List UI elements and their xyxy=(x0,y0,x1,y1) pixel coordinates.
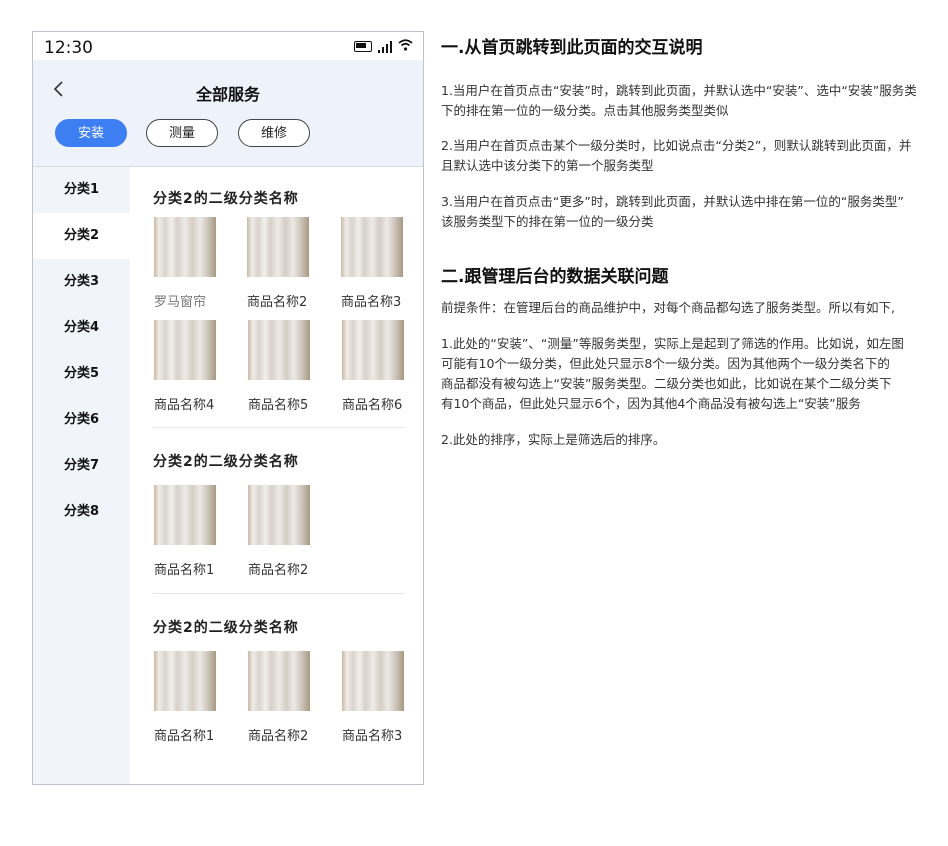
status-bar: 12:30 xyxy=(33,32,423,60)
product-image xyxy=(247,217,309,277)
product-image xyxy=(341,217,403,277)
product-card[interactable]: 商品名称1 xyxy=(154,651,218,744)
section-divider xyxy=(153,593,405,594)
product-name: 罗马窗帘 xyxy=(154,295,207,310)
note-line: 2.当用户在首页点击某个一级分类时，比如说点击“分类2”，则默认跳转到此页面，并 xyxy=(441,138,912,153)
product-name: 商品名称3 xyxy=(341,295,402,310)
sidebar-item-7[interactable]: 分类7 xyxy=(33,443,130,489)
sidebar-item-4[interactable]: 分类4 xyxy=(33,305,130,351)
product-name: 商品名称3 xyxy=(342,729,403,744)
product-card[interactable]: 商品名称2 xyxy=(248,485,312,578)
product-image xyxy=(154,651,216,711)
note-line: 可能有10个一级分类，但此处只显示8个一级分类。因为其他两个一级分类名下的 xyxy=(441,356,890,371)
product-name: 商品名称2 xyxy=(247,295,308,310)
section-title: 分类2的二级分类名称 xyxy=(153,620,299,636)
product-card[interactable]: 罗马窗帘 xyxy=(154,217,218,310)
status-icons xyxy=(354,39,413,54)
page-header: 全部服务 安装 测量 维修 xyxy=(33,60,423,166)
sidebar-item-1[interactable]: 分类1 xyxy=(33,167,130,213)
page-title: 全部服务 xyxy=(195,85,260,104)
note-line: 1.当用户在首页点击“安装”时，跳转到此页面，并默认选中“安装”、选中“安装”服… xyxy=(441,83,917,98)
note-line: 且默认选中该分类下的第一个服务类型 xyxy=(441,158,654,173)
product-image xyxy=(154,485,216,545)
wifi-icon xyxy=(398,39,413,54)
product-image xyxy=(248,320,310,380)
tab-install[interactable]: 安装 xyxy=(55,119,127,147)
product-image xyxy=(342,651,404,711)
product-card[interactable]: 商品名称3 xyxy=(342,651,406,744)
product-card[interactable]: 商品名称1 xyxy=(154,485,218,578)
sidebar-item-2[interactable]: 分类2 xyxy=(33,213,130,259)
status-time: 12:30 xyxy=(44,38,93,58)
note-line: 2.此处的排序，实际上是筛选后的排序。 xyxy=(441,432,666,447)
product-image xyxy=(248,651,310,711)
product-card[interactable]: 商品名称3 xyxy=(341,217,405,310)
note-line: 有10个商品，但此处只显示6个，因为其他4个商品没有被勾选上“安装”服务 xyxy=(441,396,861,411)
product-name: 商品名称1 xyxy=(154,563,215,578)
product-image xyxy=(154,320,216,380)
product-image xyxy=(248,485,310,545)
product-name: 商品名称2 xyxy=(248,729,309,744)
product-name: 商品名称4 xyxy=(154,398,215,413)
product-card[interactable]: 商品名称4 xyxy=(154,320,218,413)
tab-repair[interactable]: 维修 xyxy=(238,119,310,147)
product-image xyxy=(154,217,216,277)
notes-heading-1: 一.从首页跳转到此页面的交互说明 xyxy=(441,38,703,58)
product-image xyxy=(342,320,404,380)
note-line: 1.此处的“安装”、“测量”等服务类型，实际上是起到了筛选的作用。比如说，如左图 xyxy=(441,336,904,351)
section-title: 分类2的二级分类名称 xyxy=(153,454,299,470)
signal-icon xyxy=(378,40,392,53)
product-name: 商品名称2 xyxy=(248,563,309,578)
sidebar-item-5[interactable]: 分类5 xyxy=(33,351,130,397)
section-divider xyxy=(153,427,405,428)
battery-icon xyxy=(354,41,372,52)
product-card[interactable]: 商品名称2 xyxy=(247,217,311,310)
note-line: 3.当用户在首页点击“更多”时，跳转到此页面，并默认选中排在第一位的“服务类型” xyxy=(441,194,904,209)
product-card[interactable]: 商品名称6 xyxy=(342,320,406,413)
product-name: 商品名称5 xyxy=(248,398,309,413)
note-line: 商品都没有被勾选上“安装”服务类型。二级分类也如此，比如说在某个二级分类下 xyxy=(441,376,892,391)
phone-frame: 12:30 全部服务 安装 测量 维修 分类1 分类2 分类3 分类4 分类5 … xyxy=(32,31,424,785)
section-title: 分类2的二级分类名称 xyxy=(153,191,299,207)
sidebar-item-3[interactable]: 分类3 xyxy=(33,259,130,305)
note-line: 前提条件：在管理后台的商品维护中，对每个商品都勾选了服务类型。所以有如下, xyxy=(441,300,895,315)
sidebar-item-8[interactable]: 分类8 xyxy=(33,489,130,535)
product-name: 商品名称6 xyxy=(342,398,403,413)
product-card[interactable]: 商品名称2 xyxy=(248,651,312,744)
sidebar-item-6[interactable]: 分类6 xyxy=(33,397,130,443)
tab-measure[interactable]: 测量 xyxy=(146,119,218,147)
product-name: 商品名称1 xyxy=(154,729,215,744)
note-line: 该服务类型下的排在第一位的一级分类 xyxy=(441,214,654,229)
product-card[interactable]: 商品名称5 xyxy=(248,320,312,413)
notes-heading-2: 二.跟管理后台的数据关联问题 xyxy=(441,267,669,287)
category-sidebar: 分类1 分类2 分类3 分类4 分类5 分类6 分类7 分类8 xyxy=(33,167,130,784)
note-line: 下的排在第一位的一级分类。点击其他服务类型类似 xyxy=(441,103,729,118)
service-type-tabs: 安装 测量 维修 xyxy=(55,119,310,147)
